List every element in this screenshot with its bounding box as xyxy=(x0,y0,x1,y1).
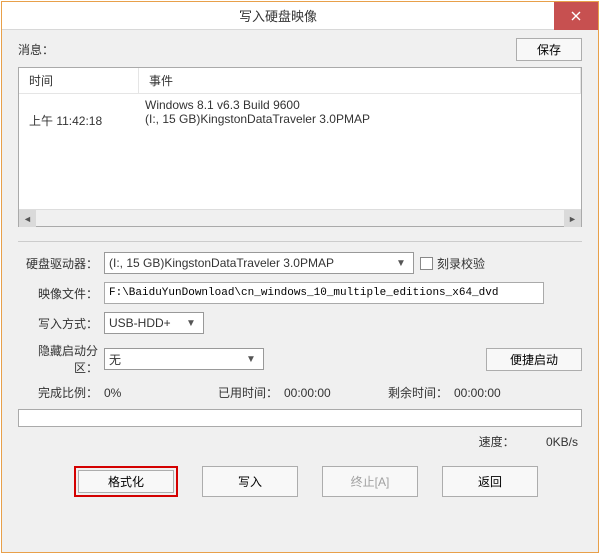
scroll-right-icon[interactable]: ► xyxy=(564,210,581,227)
remain-value: 00:00:00 xyxy=(454,386,501,400)
chevron-down-icon: ▼ xyxy=(183,318,199,329)
remain-label: 剩余时间： xyxy=(384,384,454,401)
image-label: 映像文件： xyxy=(18,285,104,302)
scroll-left-icon[interactable]: ◄ xyxy=(19,210,36,227)
save-button[interactable]: 保存 xyxy=(516,38,582,61)
elapsed-value: 00:00:00 xyxy=(284,386,384,400)
method-value: USB-HDD+ xyxy=(109,316,171,330)
log-panel: 时间 事件 Windows 8.1 v6.3 Build 9600 上午 11:… xyxy=(18,67,582,227)
log-time: 上午 11:42:18 xyxy=(19,112,139,129)
elapsed-label: 已用时间： xyxy=(214,384,284,401)
abort-button: 终止[A] xyxy=(322,466,418,497)
col-header-event[interactable]: 事件 xyxy=(139,68,581,93)
log-time xyxy=(19,98,139,112)
col-header-time[interactable]: 时间 xyxy=(19,68,139,93)
drive-value: (I:, 15 GB)KingstonDataTraveler 3.0PMAP xyxy=(109,256,334,270)
drive-select[interactable]: (I:, 15 GB)KingstonDataTraveler 3.0PMAP … xyxy=(104,252,414,274)
hidden-label: 隐藏启动分区： xyxy=(18,342,104,376)
verify-label: 刻录校验 xyxy=(437,255,485,272)
message-label: 消息： xyxy=(18,41,516,58)
quickboot-button[interactable]: 便捷启动 xyxy=(486,348,582,371)
horizontal-scrollbar[interactable]: ◄ ► xyxy=(19,209,581,226)
verify-checkbox[interactable] xyxy=(420,257,433,270)
progress-label: 完成比例： xyxy=(18,384,104,401)
speed-value: 0KB/s xyxy=(518,435,578,449)
title-bar: 写入硬盘映像 xyxy=(2,2,598,30)
hidden-select[interactable]: 无 ▼ xyxy=(104,348,264,370)
chevron-down-icon: ▼ xyxy=(243,354,259,365)
speed-label: 速度： xyxy=(479,435,515,449)
image-path-input[interactable] xyxy=(104,282,544,304)
format-button[interactable]: 格式化 xyxy=(78,470,174,493)
window-title: 写入硬盘映像 xyxy=(2,6,554,25)
progress-bar xyxy=(18,409,582,427)
progress-value: 0% xyxy=(104,386,214,400)
log-event: (I:, 15 GB)KingstonDataTraveler 3.0PMAP xyxy=(139,112,581,129)
write-button[interactable]: 写入 xyxy=(202,466,298,497)
drive-label: 硬盘驱动器： xyxy=(18,255,104,272)
hidden-value: 无 xyxy=(109,351,121,368)
method-label: 写入方式： xyxy=(18,315,104,332)
back-button[interactable]: 返回 xyxy=(442,466,538,497)
divider xyxy=(18,241,582,242)
close-icon xyxy=(571,11,581,21)
log-row: Windows 8.1 v6.3 Build 9600 xyxy=(19,98,581,112)
log-event: Windows 8.1 v6.3 Build 9600 xyxy=(139,98,581,112)
format-highlight: 格式化 xyxy=(74,466,178,497)
close-button[interactable] xyxy=(554,2,598,30)
chevron-down-icon: ▼ xyxy=(393,258,409,269)
method-select[interactable]: USB-HDD+ ▼ xyxy=(104,312,204,334)
log-row: 上午 11:42:18 (I:, 15 GB)KingstonDataTrave… xyxy=(19,112,581,129)
